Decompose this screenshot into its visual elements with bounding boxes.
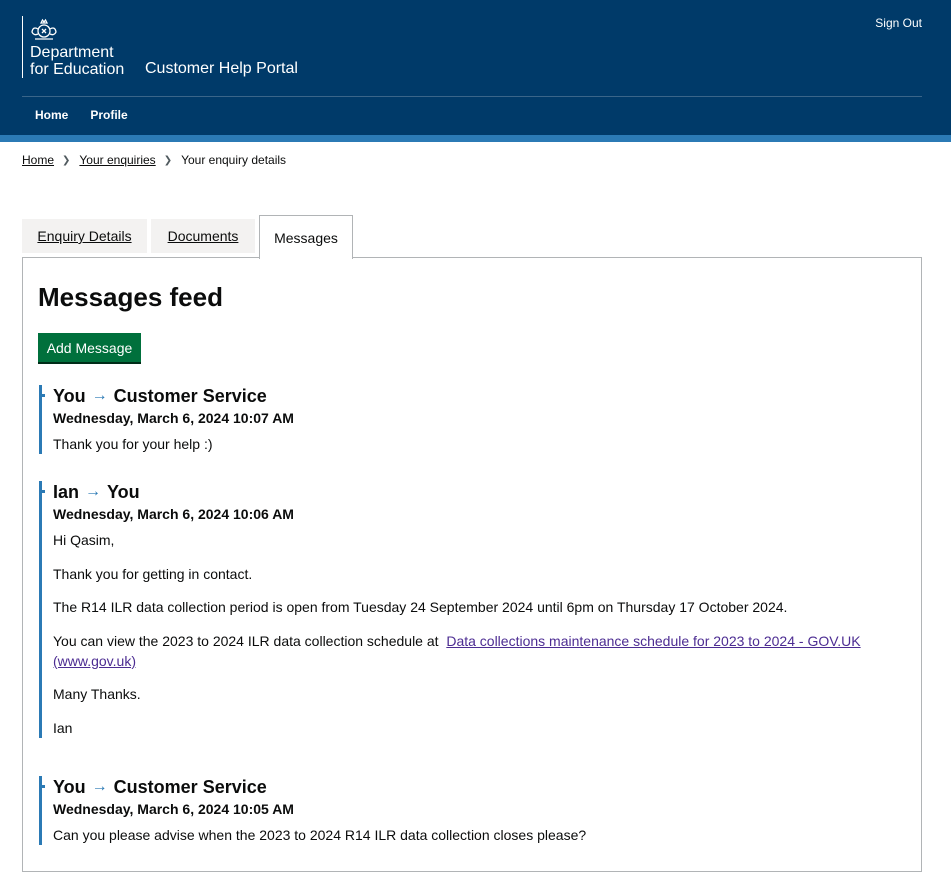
portal-name[interactable]: Customer Help Portal	[145, 60, 298, 78]
message-date: Wednesday, March 6, 2024 10:05 AM	[53, 801, 294, 817]
tab-enquiry-details-label: Enquiry Details	[37, 228, 132, 244]
message-recipient: You	[107, 482, 140, 502]
tab-documents-label: Documents	[167, 228, 239, 244]
message-header: You → Customer Service	[53, 385, 888, 407]
message-sender: You	[53, 386, 86, 406]
breadcrumb-enquiries[interactable]: Your enquiries	[79, 153, 155, 167]
message-text-with-link: You can view the 2023 to 2024 ILR data c…	[53, 631, 888, 671]
breadcrumb-current: Your enquiry details	[181, 153, 287, 167]
site-header: Department for Education Customer Help P…	[0, 0, 951, 135]
header-divider	[22, 96, 922, 97]
sign-out-link[interactable]: Sign Out	[875, 16, 922, 30]
breadcrumb-home[interactable]: Home	[22, 153, 54, 167]
department-logo[interactable]: Department for Education	[22, 16, 132, 78]
message-text: Thank you for getting in contact.	[53, 565, 253, 582]
message-text: Ian	[53, 719, 73, 736]
message-text: Can you please advise when the 2023 to 2…	[53, 827, 587, 843]
royal-crest-icon	[31, 18, 57, 40]
message-recipient: Customer Service	[113, 386, 267, 406]
breadcrumb: Home ❯ Your enquiries ❯ Your enquiry det…	[22, 153, 286, 167]
message-text: Thank you for your help :)	[53, 436, 213, 452]
right-arrow-icon: →	[85, 483, 102, 500]
nav-profile[interactable]: Profile	[90, 108, 127, 122]
right-arrow-icon: →	[91, 778, 108, 795]
add-message-button[interactable]: Add Message	[38, 333, 141, 362]
right-arrow-icon: →	[91, 387, 108, 404]
message-text: The R14 ILR data collection period is op…	[53, 599, 788, 615]
message-sender: Ian	[53, 482, 80, 502]
message-body: Thank you for your help :)	[53, 434, 888, 454]
message-text: You can view the 2023 to 2024 ILR data c…	[53, 632, 439, 649]
message-header: Ian → You	[53, 481, 888, 503]
message-item: Ian → You Wednesday, March 6, 2024 10:06…	[39, 481, 888, 738]
chevron-right-icon: ❯	[163, 154, 173, 166]
tab-enquiry-details[interactable]: Enquiry Details	[22, 219, 147, 253]
message-recipient: Customer Service	[113, 777, 267, 797]
messages-panel: Messages feed Add Message You → Customer…	[22, 257, 922, 872]
message-date: Wednesday, March 6, 2024 10:07 AM	[53, 410, 294, 426]
message-text: Hi Qasim,	[53, 532, 115, 548]
header-accent-bar	[0, 135, 951, 142]
message-body: Hi Qasim, Thank you for getting in conta…	[53, 530, 888, 738]
message-sender: You	[53, 777, 86, 797]
tab-documents[interactable]: Documents	[151, 219, 255, 253]
department-name: Department for Education	[30, 44, 125, 78]
message-date: Wednesday, March 6, 2024 10:06 AM	[53, 506, 294, 522]
message-text: Many Thanks.	[53, 686, 141, 702]
message-header: You → Customer Service	[53, 776, 888, 798]
tab-messages[interactable]: Messages	[259, 215, 353, 259]
nav-home[interactable]: Home	[35, 108, 68, 122]
chevron-right-icon: ❯	[62, 154, 71, 166]
main-nav: Home Profile	[35, 108, 128, 122]
message-body: Can you please advise when the 2023 to 2…	[53, 825, 888, 845]
message-item: You → Customer Service Wednesday, March …	[39, 776, 888, 845]
page-title: Messages feed	[38, 282, 223, 312]
message-item: You → Customer Service Wednesday, March …	[39, 385, 888, 454]
